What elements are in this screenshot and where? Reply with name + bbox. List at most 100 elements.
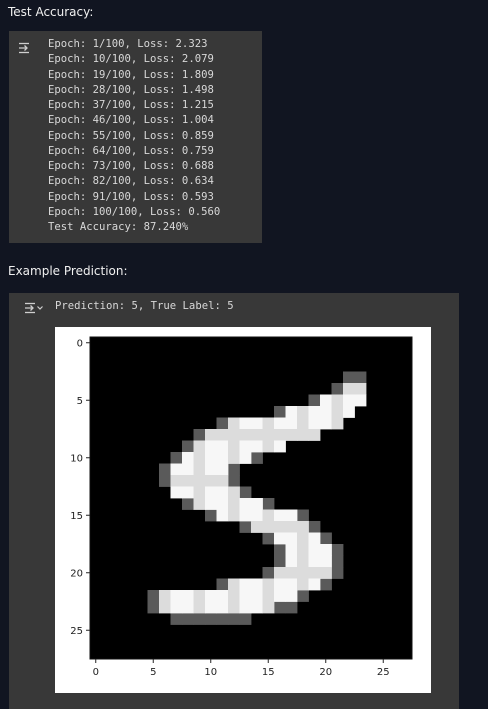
image-pixel (251, 429, 263, 441)
log-line: Epoch: 100/100, Loss: 0.560 (48, 205, 221, 218)
image-pixel (216, 578, 229, 591)
image-pixel (274, 417, 286, 430)
y-tick-label: 25 (70, 626, 83, 637)
image-pixel (228, 429, 240, 441)
image-pixel (262, 429, 275, 441)
image-pixel (274, 509, 286, 522)
image-pixel (239, 498, 252, 510)
image-pixel (308, 532, 321, 545)
log-line: Epoch: 64/100, Loss: 0.759 (48, 144, 214, 157)
image-pixel (193, 440, 206, 453)
training-output-box: Epoch: 1/100, Loss: 2.323 Epoch: 10/100, … (9, 31, 262, 243)
image-pixel (251, 498, 263, 510)
image-pixel (216, 463, 229, 476)
image-pixel (228, 486, 240, 499)
image-pixel (297, 544, 309, 556)
image-pixel (193, 613, 206, 625)
image-pixel (262, 567, 275, 579)
image-pixel (205, 452, 217, 464)
log-line: Epoch: 91/100, Loss: 0.593 (48, 190, 214, 203)
image-pixel (216, 417, 229, 430)
image-pixel (274, 440, 286, 453)
image-pixel (182, 613, 194, 625)
x-tick-label: 15 (262, 667, 275, 678)
image-pixel (239, 509, 252, 522)
image-pixel (285, 590, 298, 602)
image-pixel (320, 406, 332, 418)
image-pixel (308, 394, 321, 407)
image-pixel (262, 498, 275, 510)
image-pixel (205, 463, 217, 476)
image-pixel (262, 532, 275, 545)
image-pixel (251, 590, 263, 602)
image-pixel (205, 498, 217, 510)
image-pixel (320, 578, 332, 591)
image-pixel (182, 475, 194, 487)
image-pixel (193, 452, 206, 464)
image-pixel (274, 532, 286, 545)
image-pixel (216, 509, 229, 522)
x-tick-label: 25 (377, 667, 390, 678)
image-pixel (285, 555, 298, 568)
image-pixel (239, 417, 252, 430)
log-line: Test Accuracy: 87.240% (48, 221, 189, 233)
image-pixel (308, 417, 321, 430)
image-pixel (274, 567, 286, 579)
image-pixel (320, 555, 332, 568)
image-pixel (251, 601, 263, 614)
image-pixel (285, 578, 298, 591)
image-pixel (159, 463, 171, 476)
image-pixel (297, 521, 309, 533)
image-pixel (228, 417, 240, 430)
prediction-output-box: Prediction: 5, True Label: 5 0 5 10 15 20 25 0… (9, 293, 459, 709)
image-pixel (262, 417, 275, 430)
image-pixel (205, 613, 217, 625)
x-tick-label: 0 (93, 667, 99, 678)
image-pixel (297, 429, 309, 441)
image-pixel (331, 555, 344, 568)
image-pixel (228, 601, 240, 614)
image-pixel (274, 521, 286, 533)
image-pixel (274, 578, 286, 591)
image-pixel (193, 590, 206, 602)
y-tick-label: 0 (77, 338, 83, 349)
image-pixel (297, 555, 309, 568)
image-pixel (274, 555, 286, 568)
image-pixel (205, 429, 217, 441)
prediction-result: Prediction: 5, True Label: 5 (55, 300, 234, 312)
image-pixel (285, 532, 298, 545)
image-pixel (331, 406, 344, 418)
log-line: Epoch: 46/100, Loss: 1.004 (48, 114, 214, 127)
image-pixel (308, 521, 321, 533)
image-pixel (251, 440, 263, 453)
image-pixel (262, 578, 275, 591)
image-pixel (285, 601, 298, 614)
image-pixel (308, 567, 321, 579)
log-line: Epoch: 82/100, Loss: 0.634 (48, 175, 214, 188)
image-pixel (285, 509, 298, 522)
image-pixel (274, 429, 286, 441)
image-pixel (297, 590, 309, 602)
image-pixel (228, 590, 240, 602)
image-pixel (354, 394, 367, 407)
image-pixel (193, 429, 206, 441)
image-pixel (216, 452, 229, 464)
image-pixel (251, 417, 263, 430)
image-pixel (216, 613, 229, 625)
image-pixel (216, 429, 229, 441)
image-pixel (205, 601, 217, 614)
image-pixel (343, 371, 355, 384)
collapse-output-icon[interactable] (24, 299, 43, 314)
collapse-output-icon[interactable] (18, 39, 34, 54)
image-pixel (239, 601, 252, 614)
image-pixel (262, 440, 275, 453)
image-pixel (285, 406, 298, 418)
image-pixel (320, 532, 332, 545)
image-pixel (251, 452, 263, 464)
image-pixel (170, 452, 183, 464)
image-pixel (170, 463, 183, 476)
image-pixel (228, 463, 240, 476)
image-pixel (193, 601, 206, 614)
image-pixel (320, 544, 332, 556)
image-pixel (274, 590, 286, 602)
